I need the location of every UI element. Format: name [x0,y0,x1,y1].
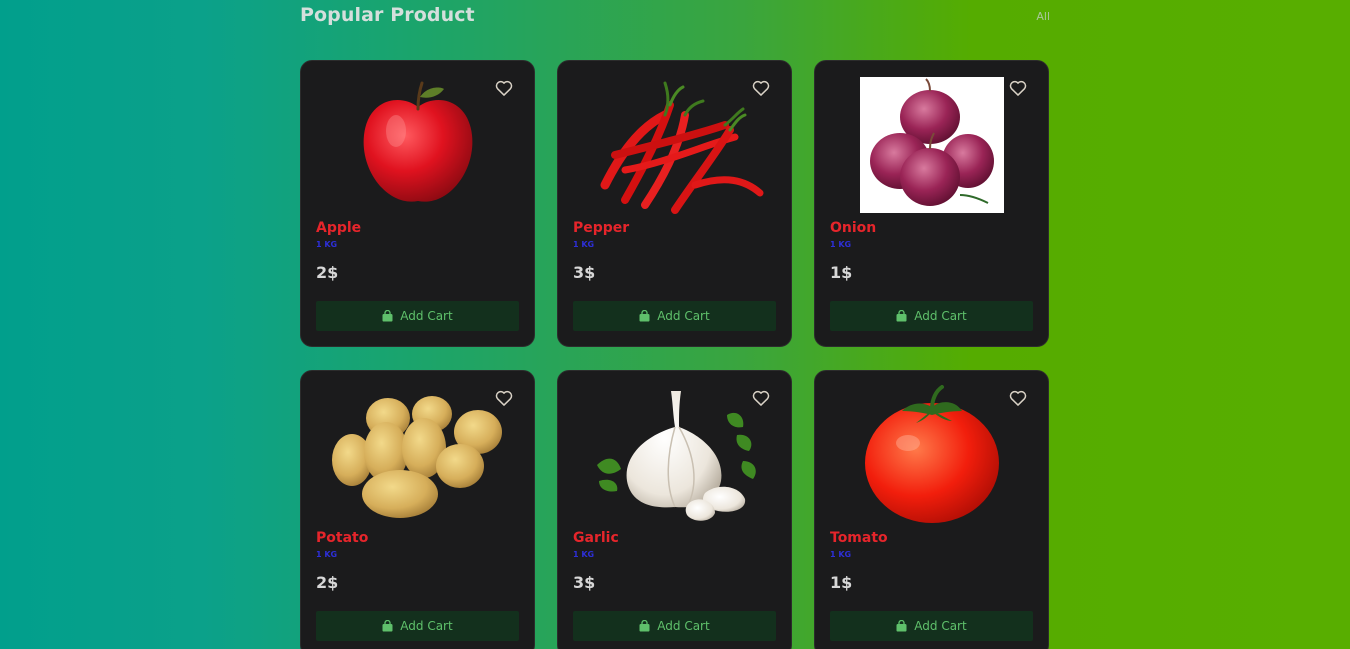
add-cart-button[interactable]: Add Cart [573,301,776,331]
product-card: Onion 1 KG 1$ Add Cart [814,60,1049,347]
product-card: Tomato 1 KG 1$ Add Cart [814,370,1049,649]
add-cart-button[interactable]: Add Cart [316,301,519,331]
onion-image [815,75,1048,215]
apple-image [301,75,534,215]
product-weight: 1 KG [830,240,852,249]
shopping-bag-icon [639,620,650,632]
product-price: 2$ [316,573,339,592]
product-price: 3$ [573,263,596,282]
add-cart-label: Add Cart [400,619,453,633]
add-cart-button[interactable]: Add Cart [830,611,1033,641]
product-weight: 1 KG [316,550,338,559]
garlic-image [558,385,791,525]
section-title: Popular Product [300,4,475,26]
product-weight: 1 KG [573,550,595,559]
add-cart-label: Add Cart [400,309,453,323]
section-header: Popular Product All [300,4,1050,30]
product-grid: Apple 1 KG 2$ Add Cart Pepper 1 KG 3$ Ad… [300,60,1050,649]
product-name: Tomato [830,530,888,546]
product-card: Apple 1 KG 2$ Add Cart [300,60,535,347]
add-cart-label: Add Cart [657,619,710,633]
product-price: 1$ [830,573,853,592]
product-name: Pepper [573,220,630,236]
shopping-bag-icon [896,620,907,632]
product-card: Pepper 1 KG 3$ Add Cart [557,60,792,347]
add-cart-button[interactable]: Add Cart [830,301,1033,331]
product-name: Onion [830,220,877,236]
potato-image [301,385,534,525]
add-cart-label: Add Cart [914,619,967,633]
product-price: 1$ [830,263,853,282]
product-price: 3$ [573,573,596,592]
product-name: Potato [316,530,369,546]
view-all-link[interactable]: All [1036,10,1050,23]
pepper-image [558,75,791,215]
shopping-bag-icon [639,310,650,322]
add-cart-label: Add Cart [657,309,710,323]
shopping-bag-icon [382,310,393,322]
shopping-bag-icon [896,310,907,322]
add-cart-button[interactable]: Add Cart [316,611,519,641]
product-weight: 1 KG [316,240,338,249]
product-price: 2$ [316,263,339,282]
add-cart-label: Add Cart [914,309,967,323]
tomato-image [815,385,1048,525]
product-card: Garlic 1 KG 3$ Add Cart [557,370,792,649]
product-name: Apple [316,220,362,236]
product-card: Potato 1 KG 2$ Add Cart [300,370,535,649]
shopping-bag-icon [382,620,393,632]
product-weight: 1 KG [830,550,852,559]
add-cart-button[interactable]: Add Cart [573,611,776,641]
product-weight: 1 KG [573,240,595,249]
product-name: Garlic [573,530,619,546]
